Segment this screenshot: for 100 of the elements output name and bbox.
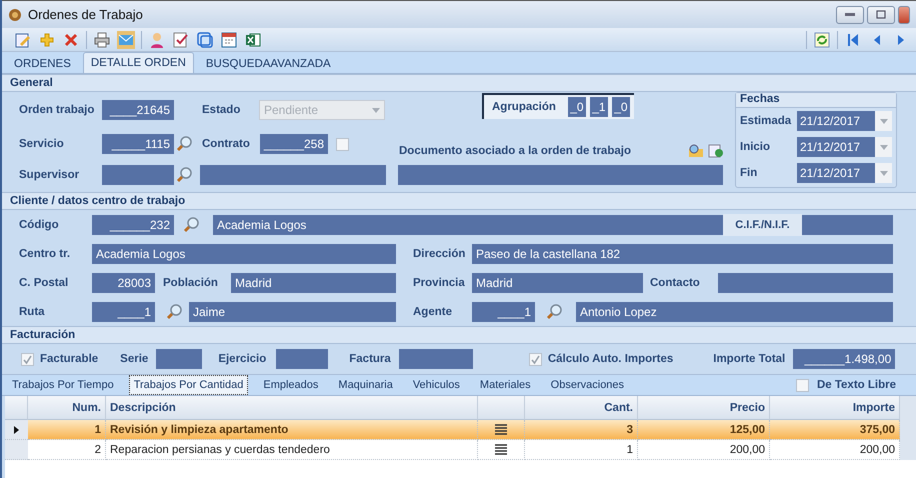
text-field[interactable]: ____1 — [92, 302, 155, 322]
spreadsheet-icon[interactable] — [244, 30, 262, 48]
printer-icon[interactable] — [93, 30, 111, 48]
text-field[interactable] — [718, 272, 893, 292]
field-label: Ejercicio — [218, 353, 266, 365]
text-field[interactable]: ______258 — [260, 134, 328, 154]
edit-icon[interactable] — [14, 30, 32, 48]
text-field[interactable]: _0 — [612, 97, 630, 117]
text-field[interactable]: ____1 — [472, 302, 535, 322]
search-icon[interactable] — [165, 302, 183, 320]
window-icon[interactable] — [196, 30, 214, 48]
field-label: Documento asociado a la orden de trabajo — [399, 145, 631, 157]
refresh-icon[interactable] — [813, 30, 831, 48]
text-field[interactable]: Paseo de la castellana 182 — [472, 244, 893, 264]
tab[interactable]: Vehiculos — [408, 375, 465, 395]
tab[interactable]: ORDENES — [6, 54, 79, 73]
text-field[interactable]: 28003 — [92, 272, 155, 292]
field-label: Orden trabajo — [19, 104, 96, 116]
align-justify-icon[interactable] — [495, 424, 507, 435]
text-field[interactable]: Jaime — [189, 302, 396, 322]
maximize-button[interactable] — [867, 6, 895, 24]
field-label: Cálculo Auto. Importes — [548, 353, 674, 365]
text-field[interactable]: ______1.498,00 — [793, 349, 896, 369]
column-header[interactable]: Descripción — [106, 396, 478, 420]
field-label: Supervisor — [19, 169, 80, 181]
table-cell: 1 — [525, 440, 638, 460]
tab[interactable]: BUSQUEDAAVANZADA — [198, 54, 339, 73]
section-header: Facturación — [2, 326, 916, 344]
field-label: Ruta — [19, 306, 46, 318]
text-field[interactable]: Academia Logos — [92, 244, 396, 264]
text-field[interactable] — [802, 214, 893, 234]
column-header[interactable]: Num. — [28, 396, 106, 420]
field-label: Servicio — [19, 138, 65, 150]
text-field[interactable]: _0 — [568, 97, 586, 117]
text-field[interactable]: Academia Logos — [213, 214, 723, 234]
text-field[interactable] — [398, 349, 473, 369]
close-button[interactable] — [898, 6, 910, 24]
tab[interactable]: Materiales — [474, 375, 536, 395]
document-play-icon[interactable] — [708, 144, 724, 158]
text-field[interactable] — [102, 165, 174, 185]
field-label: Factura — [349, 353, 391, 365]
table-cell: 2 — [28, 440, 106, 460]
field-label: Estado — [202, 104, 242, 116]
field-label: Contacto — [650, 276, 701, 288]
folder-search-icon[interactable] — [688, 144, 704, 158]
table-cell: 1 — [28, 420, 106, 440]
column-header[interactable]: Precio — [638, 396, 770, 420]
tab[interactable]: Empleados — [258, 375, 324, 395]
checkbox[interactable] — [336, 138, 349, 150]
table-cell: 125,00 — [638, 420, 770, 440]
text-field[interactable]: Antonio Lopez — [576, 302, 893, 322]
text-field[interactable] — [276, 349, 328, 369]
text-field[interactable]: _____1115 — [102, 134, 174, 154]
search-icon[interactable] — [175, 135, 193, 153]
dropdown-arrow-icon[interactable] — [880, 170, 888, 176]
search-icon[interactable] — [545, 302, 563, 320]
field-label: De Texto Libre — [816, 379, 896, 391]
text-field[interactable]: Madrid — [231, 272, 396, 292]
checkbox[interactable] — [528, 352, 542, 366]
tab[interactable]: Observaciones — [546, 375, 630, 395]
calendar-icon[interactable] — [220, 30, 238, 48]
text-field[interactable]: ____21645 — [102, 100, 174, 120]
minimize-button[interactable] — [836, 6, 864, 24]
field-label: C. Postal — [19, 276, 70, 288]
tab[interactable]: Trabajos Por Cantidad — [128, 375, 248, 395]
date-picker[interactable]: 21/12/2017 — [797, 137, 892, 157]
header-corner-cell — [5, 396, 28, 420]
maximize-icon — [876, 10, 886, 19]
search-icon[interactable] — [182, 216, 200, 234]
text-field[interactable] — [156, 349, 202, 369]
checkbox[interactable] — [21, 352, 34, 366]
tab[interactable]: DETALLE ORDEN — [82, 52, 194, 73]
person-icon[interactable] — [148, 30, 166, 48]
dropdown-arrow-icon[interactable] — [880, 118, 888, 124]
field-label: C.I.F./N.I.F. — [723, 214, 802, 236]
date-picker[interactable]: 21/12/2017 — [797, 163, 892, 183]
checklist-icon[interactable] — [172, 30, 190, 48]
search-icon[interactable] — [175, 166, 193, 184]
checkbox[interactable] — [796, 378, 809, 392]
table-cell: 3 — [525, 420, 638, 440]
date-picker[interactable]: 21/12/2017 — [797, 111, 892, 131]
align-justify-icon[interactable] — [495, 444, 507, 455]
text-field[interactable]: _1 — [590, 97, 608, 117]
table-cell: Reparacion persianas y cuerdas tendedero — [106, 440, 478, 460]
field-label: Dirección — [413, 248, 466, 260]
column-header[interactable]: Cant. — [525, 396, 638, 420]
tab[interactable]: Maquinaria — [333, 375, 398, 395]
text-field[interactable] — [398, 165, 723, 185]
field-label: Facturable — [40, 353, 98, 365]
text-field[interactable] — [200, 165, 386, 185]
column-header[interactable]: Importe — [770, 396, 900, 420]
add-icon[interactable] — [38, 30, 56, 48]
field-label: Agrupación — [492, 101, 556, 113]
text-field[interactable]: Madrid — [472, 272, 643, 292]
text-field[interactable]: ______232 — [92, 214, 174, 234]
dropdown-arrow-icon[interactable] — [880, 144, 888, 150]
row-header-cell[interactable] — [5, 440, 28, 460]
tab[interactable]: Trabajos Por Tiempo — [7, 375, 119, 395]
envelope-icon[interactable] — [117, 30, 135, 48]
row-header-cell[interactable] — [5, 420, 28, 440]
